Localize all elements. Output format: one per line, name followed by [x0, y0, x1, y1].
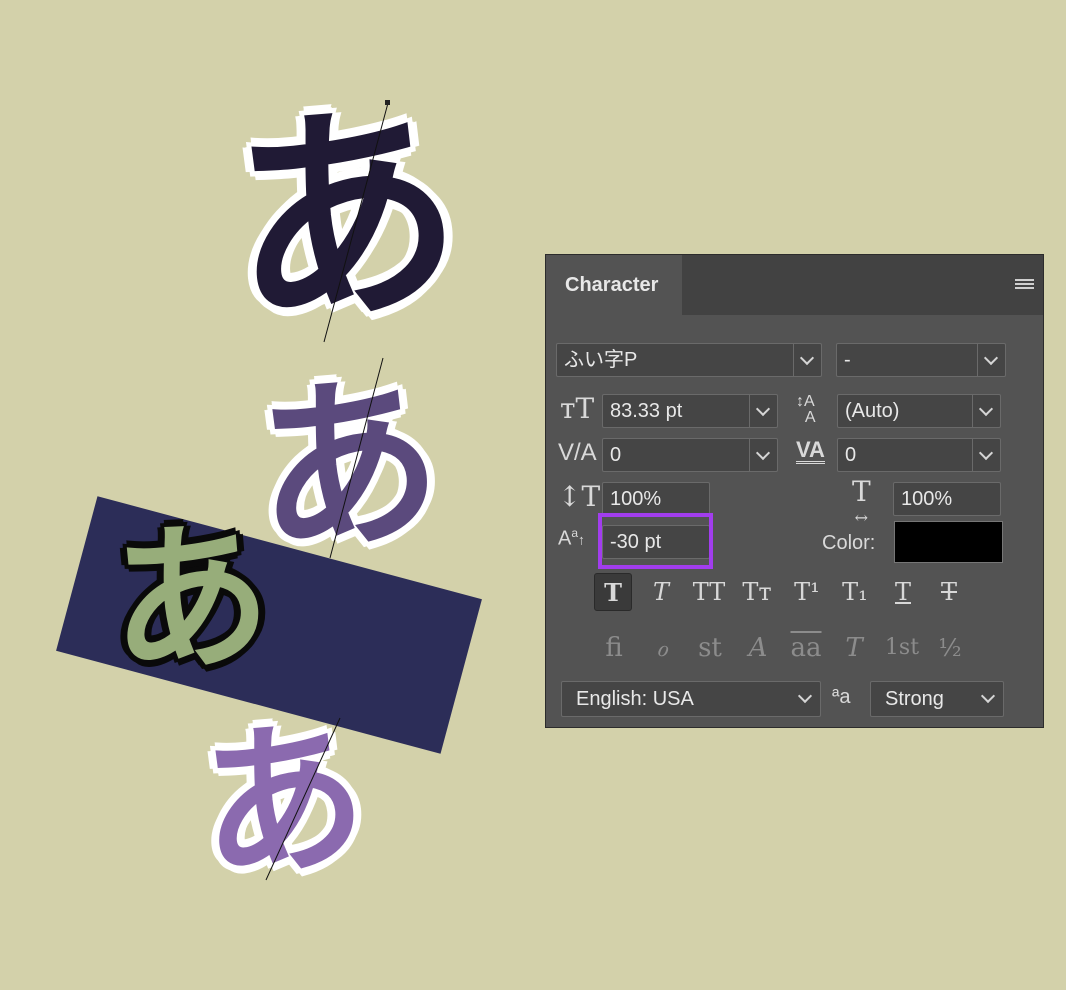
horizontal-scale-value: 100% — [901, 488, 953, 510]
subscript-button[interactable]: T₁ — [836, 573, 874, 611]
strikethrough-button[interactable]: T — [930, 573, 968, 611]
color-swatch[interactable] — [894, 521, 1003, 563]
panel-tab-bar: Character — [546, 255, 1043, 315]
discretionary-ligatures-button[interactable]: st — [690, 629, 730, 667]
antialias-value: Strong — [885, 688, 944, 710]
language-dropdown[interactable]: English: USA — [561, 681, 821, 717]
tracking-field[interactable]: 0 — [837, 438, 1001, 472]
leading-field[interactable]: (Auto) — [837, 394, 1001, 428]
swash-button[interactable]: A — [738, 629, 778, 667]
kerning-value: 0 — [610, 444, 622, 466]
guide-line-3 — [265, 717, 341, 881]
font-style-dropdown[interactable]: - — [836, 343, 1006, 377]
titling-alternates-button[interactable]: T — [834, 629, 874, 667]
ligatures-button[interactable]: ﬁ — [594, 629, 634, 667]
chevron-down-icon[interactable] — [749, 439, 777, 471]
ordinals-button[interactable]: 1st — [882, 629, 922, 667]
language-value: English: USA — [576, 688, 694, 710]
panel-menu-icon[interactable] — [1015, 279, 1034, 291]
chevron-down-icon[interactable] — [972, 395, 1000, 427]
chevron-down-icon[interactable] — [972, 439, 1000, 471]
all-caps-button[interactable]: TT — [690, 573, 728, 611]
faux-bold-button[interactable]: T — [594, 573, 632, 611]
guide-line-2 — [329, 357, 384, 559]
kerning-field[interactable]: 0 — [602, 438, 778, 472]
fractions-button[interactable]: ½ — [930, 629, 970, 667]
color-label: Color: — [822, 532, 876, 554]
chevron-down-icon[interactable] — [975, 682, 1003, 716]
small-caps-button[interactable]: Tт — [738, 573, 776, 611]
chevron-down-icon[interactable] — [749, 395, 777, 427]
horizontal-scale-field[interactable]: 100% — [893, 482, 1001, 516]
tracking-value: 0 — [845, 444, 857, 466]
leading-icon: ↕A A — [796, 393, 816, 426]
leading-value: (Auto) — [845, 400, 900, 422]
font-size-field[interactable]: 83.33 pt — [602, 394, 778, 428]
stylistic-alternates-button[interactable]: aa — [786, 629, 826, 667]
tab-character[interactable]: Character — [546, 255, 682, 315]
vertical-scale-field[interactable]: 100% — [602, 482, 710, 516]
chevron-down-icon[interactable] — [977, 344, 1005, 376]
guide-line-1 — [323, 102, 389, 343]
superscript-button[interactable]: T¹ — [788, 573, 826, 611]
baseline-shift-highlight — [598, 513, 713, 569]
faux-italic-button[interactable]: T — [642, 573, 680, 611]
contextual-alternates-button[interactable]: ℴ — [642, 629, 682, 667]
antialias-dropdown[interactable]: Strong — [870, 681, 1004, 717]
character-panel: Character ふい字P - ᴛT 83.33 pt ↕A A (Auto)… — [545, 254, 1044, 728]
chevron-down-icon[interactable] — [793, 344, 821, 376]
underline-button[interactable]: T — [884, 573, 922, 611]
kerning-icon: V/A — [558, 439, 597, 466]
chevron-down-icon[interactable] — [792, 682, 820, 716]
vertical-scale-value: 100% — [610, 488, 662, 510]
font-family-value: ふい字P — [564, 349, 638, 371]
font-size-value: 83.33 pt — [610, 400, 683, 422]
font-style-value: - — [844, 349, 851, 371]
font-size-icon: ᴛT — [560, 392, 595, 425]
tracking-icon: VA — [796, 437, 825, 464]
antialias-icon: ªa — [832, 686, 851, 708]
baseline-shift-icon: Aa↑ — [558, 526, 586, 550]
font-family-dropdown[interactable]: ふい字P — [556, 343, 822, 377]
path-anchor-point[interactable] — [385, 100, 390, 105]
horizontal-scale-icon: T ↔ — [852, 475, 871, 528]
vertical-scale-icon: ↕T — [558, 480, 601, 513]
